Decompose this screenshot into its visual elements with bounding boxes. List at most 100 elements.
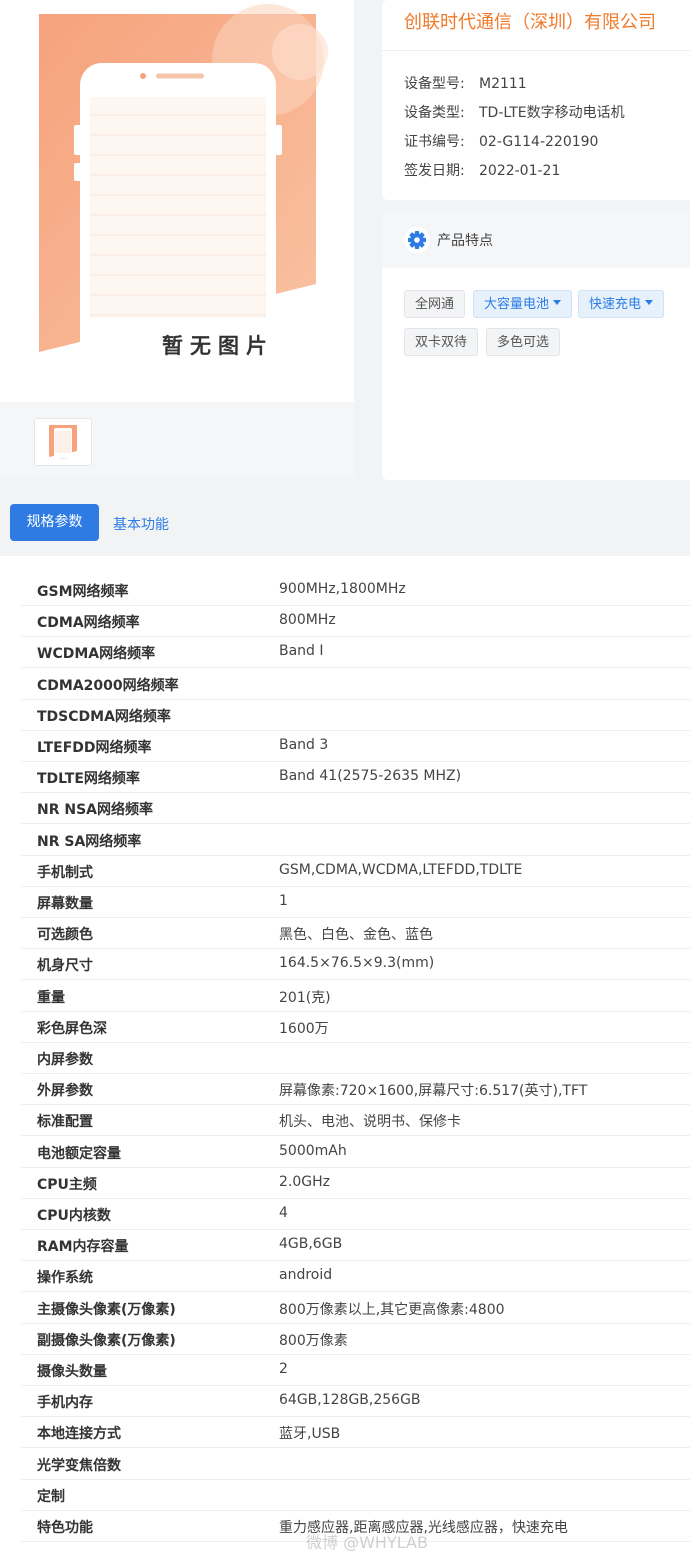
info-value: 02-G114-220190 <box>479 134 599 150</box>
info-key: 证书编号: <box>404 134 465 150</box>
spec-row: 内屏参数 <box>21 1043 690 1074</box>
thumbnail-caption: ...... <box>59 455 67 460</box>
spec-key: 定制 <box>37 1488 65 1505</box>
spec-row: 屏幕数量 1 <box>21 887 690 918</box>
spec-key: LTEFDD网络频率 <box>37 740 152 756</box>
spec-row: WCDMA网络频率 Band I <box>21 637 690 669</box>
spec-key: 内屏参数 <box>37 1052 93 1068</box>
spec-value: 蓝牙,USB <box>279 1426 341 1443</box>
tab-specifications[interactable]: 规格参数 <box>10 504 99 541</box>
spec-key: 屏幕数量 <box>37 896 93 912</box>
spec-value: 黑色、白色、金色、蓝色 <box>279 927 433 944</box>
spec-value: android <box>279 1267 333 1284</box>
spec-table: GSM网络频率 900MHz,1800MHz CDMA网络频率 800MHz WCDMA… <box>0 556 690 1558</box>
spec-row: 操作系统 android <box>21 1261 690 1293</box>
spec-row: 手机制式 GSM,CDMA,WCDMA,LTEFDD,TDLTE <box>21 856 690 887</box>
spec-key: 可选颜色 <box>37 927 93 944</box>
spec-key: 手机制式 <box>37 864 93 881</box>
tag-dual-sim[interactable]: 双卡双待 <box>404 328 479 356</box>
thumbnail-strip: ...... <box>0 402 354 477</box>
spec-value: 1600万 <box>279 1020 329 1037</box>
product-features-card: 产品特点 全网通 大容量电池 快速充电 双卡双待 多色可选 <box>382 211 690 480</box>
spec-row: 定制 <box>21 1480 690 1511</box>
spec-value: 1 <box>279 893 288 909</box>
spec-key: 摄像头数量 <box>37 1364 107 1380</box>
spec-value: 800万像素以上,其它更高像素:4800 <box>279 1301 505 1318</box>
certificate-info-card: 创联时代通信（深圳）有限公司 设备型号: M2111 设备类型: TD-LTE数字移… <box>382 0 690 200</box>
spec-row: NR NSA网络频率 <box>21 793 690 825</box>
spec-row: 副摄像头像素(万像素) 800万像素 <box>21 1324 690 1355</box>
product-image[interactable]: 暂无图片 <box>0 0 354 402</box>
spec-key: 本地连接方式 <box>37 1426 121 1443</box>
caret-down-icon <box>645 300 654 305</box>
info-row-model: 设备型号: M2111 <box>404 73 527 93</box>
spec-value: GSM,CDMA,WCDMA,LTEFDD,TDLTE <box>279 861 523 878</box>
spec-key: 副摄像头像素(万像素) <box>37 1332 176 1349</box>
spec-row: 手机内存 64GB,128GB,256GB <box>21 1386 690 1418</box>
spec-row: 主摄像头像素(万像素) 800万像素以上,其它更高像素:4800 <box>21 1293 690 1324</box>
spec-key: RAM内存容量 <box>37 1239 129 1256</box>
info-value: 2022-01-21 <box>479 163 561 179</box>
tag-label: 大容量电池 <box>484 297 550 312</box>
info-row-date: 签发日期: 2022-01-21 <box>404 160 560 180</box>
spec-row: 重量 201(克) <box>21 981 690 1012</box>
spec-row: 机身尺寸 164.5×76.5×9.3(mm) <box>21 949 690 981</box>
spec-value: Band I <box>279 643 324 660</box>
spec-key: 手机内存 <box>37 1395 93 1412</box>
tag-label: 多色可选 <box>497 335 550 350</box>
thumbnail-image[interactable]: ...... <box>34 418 92 466</box>
spec-row: 摄像头数量 2 <box>21 1355 690 1386</box>
spec-tab-bar: 规格参数 基本功能 <box>0 490 690 556</box>
tag-label: 快速充电 <box>589 297 642 312</box>
spec-value: 800MHz <box>279 612 336 629</box>
spec-key: NR SA网络频率 <box>37 833 142 850</box>
spec-key: CPU内核数 <box>37 1208 111 1224</box>
spec-value: 164.5×76.5×9.3(mm) <box>279 955 435 972</box>
caret-down-icon <box>553 300 562 305</box>
spec-row: RAM内存容量 4GB,6GB <box>21 1230 690 1262</box>
spec-key: 特色功能 <box>37 1520 93 1536</box>
spec-value: 5000mAh <box>279 1142 347 1159</box>
spec-value: 屏幕像素:720×1600,屏幕尺寸:6.517(英寸),TFT <box>279 1083 588 1100</box>
spec-row: 本地连接方式 蓝牙,USB <box>21 1417 690 1449</box>
no-image-text: 暂无图片 <box>162 334 274 358</box>
spec-value: 机头、电池、说明书、保修卡 <box>279 1114 461 1131</box>
spec-value: Band 41(2575-2635 MHZ) <box>279 768 462 785</box>
spec-key: 重量 <box>37 989 65 1006</box>
no-image-placeholder-graphic: 暂无图片 <box>39 4 328 378</box>
tab-basic-functions[interactable]: 基本功能 <box>113 514 169 534</box>
watermark: 微博 @WHYLAB <box>306 1533 428 1552</box>
tag-label: 全网通 <box>415 297 455 312</box>
spec-key: 电池额定容量 <box>37 1145 121 1162</box>
spec-key: CDMA网络频率 <box>37 615 140 632</box>
spec-row: 光学变焦倍数 <box>21 1449 690 1480</box>
info-key: 设备类型: <box>404 105 465 121</box>
spec-value: 4 <box>279 1205 288 1221</box>
spec-row: 标准配置 机头、电池、说明书、保修卡 <box>21 1105 690 1137</box>
spec-value: 201(克) <box>279 989 331 1006</box>
tag-multi-color[interactable]: 多色可选 <box>486 328 561 356</box>
tag-fast-charge[interactable]: 快速充电 <box>578 290 665 318</box>
spec-row: 电池额定容量 5000mAh <box>21 1137 690 1168</box>
spec-row: TDLTE网络频率 Band 41(2575-2635 MHZ) <box>21 762 690 794</box>
spec-value: 4GB,6GB <box>279 1236 343 1253</box>
spec-row: TDSCDMA网络频率 <box>21 700 690 731</box>
spec-value: 2.0GHz <box>279 1173 330 1190</box>
tag-large-battery[interactable]: 大容量电池 <box>473 290 573 318</box>
spec-row: 可选颜色 黑色、白色、金色、蓝色 <box>21 918 690 950</box>
tag-all-network[interactable]: 全网通 <box>404 290 466 318</box>
company-name[interactable]: 创联时代通信（深圳）有限公司 <box>404 8 656 34</box>
features-header: 产品特点 <box>382 211 690 268</box>
spec-key: TDLTE网络频率 <box>37 771 140 788</box>
features-title: 产品特点 <box>437 233 493 249</box>
spec-key: GSM网络频率 <box>37 584 129 600</box>
spec-row: LTEFDD网络频率 Band 3 <box>21 731 690 762</box>
spec-row: NR SA网络频率 <box>21 825 690 856</box>
info-key: 签发日期: <box>404 163 465 179</box>
spec-value: 800万像素 <box>279 1332 348 1349</box>
spec-key: 光学变焦倍数 <box>37 1457 121 1474</box>
spec-row: GSM网络频率 900MHz,1800MHz <box>21 575 690 606</box>
spec-key: CDMA2000网络频率 <box>37 677 179 694</box>
spec-row: CDMA网络频率 800MHz <box>21 606 690 638</box>
divider <box>382 50 690 51</box>
